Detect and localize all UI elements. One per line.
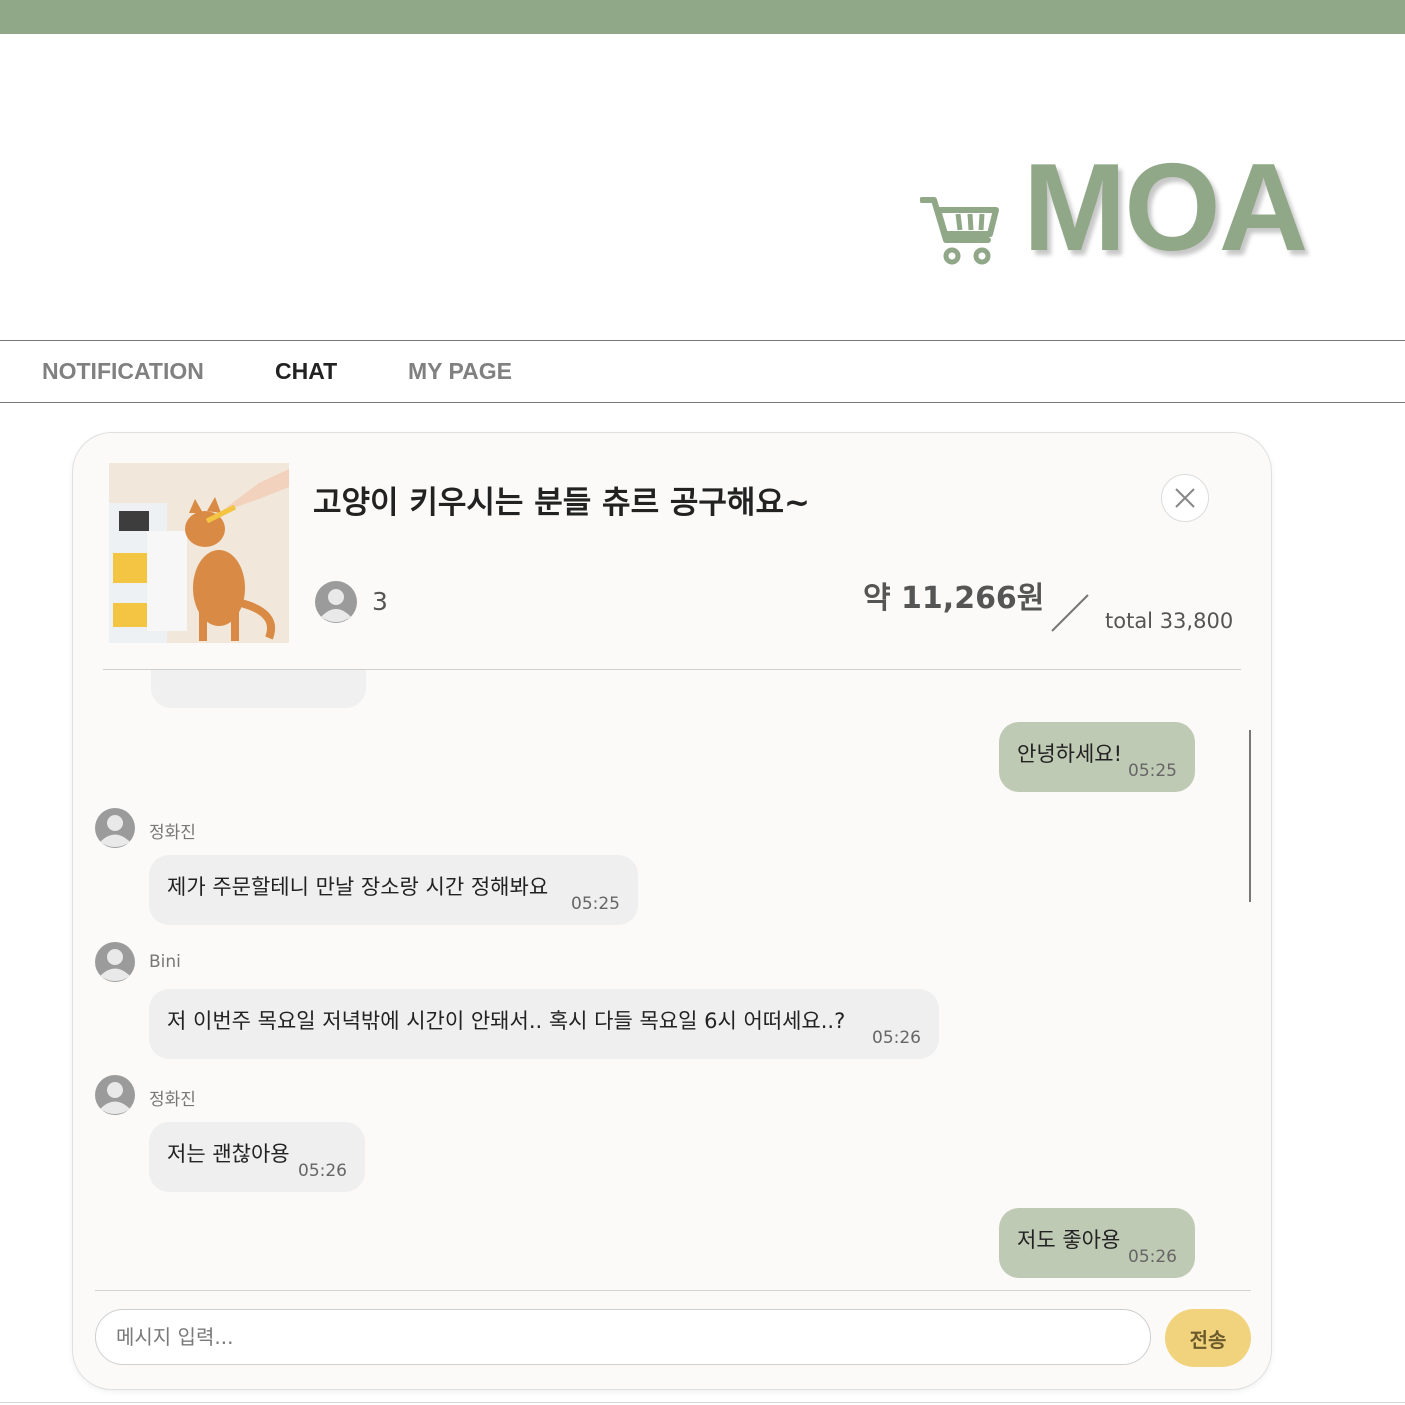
sender-avatar-icon: [95, 808, 135, 848]
price-divider: [1051, 594, 1089, 632]
sender-name: Bini: [149, 952, 181, 972]
message-time: 05:25: [1128, 761, 1177, 781]
nav-my-page[interactable]: MY PAGE: [408, 358, 512, 385]
other-message-bubble: 저 이번주 목요일 저녁밖에 시간이 안돼서.. 혹시 다들 목요일 6시 어떠…: [149, 989, 939, 1059]
message-list[interactable]: 안녕하세요! 05:25 정화진 제가 주문할테니 만날 장소랑 시간 정해봐요…: [73, 670, 1271, 1290]
message-text: 저 이번주 목요일 저녁밖에 시간이 안돼서.. 혹시 다들 목요일 6시 어떠…: [167, 1009, 846, 1033]
message-time: 05:26: [1128, 1247, 1177, 1267]
nav-chat[interactable]: CHAT: [275, 358, 337, 385]
page-bottom-divider: [0, 1402, 1405, 1403]
cart-icon: [920, 197, 999, 265]
scrollbar[interactable]: [1249, 730, 1251, 902]
logo[interactable]: MOA: [920, 146, 1370, 280]
sender-name: 정화진: [149, 823, 196, 843]
close-icon: [1175, 488, 1195, 508]
send-button[interactable]: 전송: [1165, 1309, 1251, 1367]
price-per-person: 약 11,266원: [863, 581, 1045, 616]
message-text: 저도 좋아용: [1017, 1228, 1121, 1252]
member-count: 3: [372, 587, 388, 616]
main-nav: NOTIFICATION CHAT MY PAGE: [0, 340, 1405, 403]
chat-panel: 고양이 키우시는 분들 츄르 공구해요~ 3 약 11,266원 total 3…: [72, 432, 1272, 1390]
room-title: 고양이 키우시는 분들 츄르 공구해요~: [313, 485, 810, 521]
other-message-bubble: 저는 괜찮아용 05:26: [149, 1122, 365, 1192]
my-message-bubble: 안녕하세요! 05:25: [999, 722, 1195, 792]
message-text: 저는 괜찮아용: [167, 1142, 290, 1166]
user-icon: [315, 581, 357, 623]
my-message-bubble: 저도 좋아용 05:26: [999, 1208, 1195, 1278]
message-time: 05:25: [571, 894, 620, 914]
message-text: 제가 주문할테니 만날 장소랑 시간 정해봐요: [167, 875, 549, 899]
composer-divider: [95, 1290, 1251, 1291]
sender-avatar-icon: [95, 1075, 135, 1115]
message-time: 05:26: [872, 1028, 921, 1048]
top-bar: [0, 0, 1405, 34]
message-input[interactable]: [95, 1309, 1151, 1365]
sender-name: 정화진: [149, 1090, 196, 1110]
message-text: 안녕하세요!: [1017, 742, 1123, 766]
total-price: total 33,800: [1105, 609, 1234, 633]
other-message-bubble: 제가 주문할테니 만날 장소랑 시간 정해봐요 05:25: [149, 855, 638, 925]
close-button[interactable]: [1161, 474, 1209, 522]
product-image: [109, 463, 289, 643]
message-time: 05:26: [298, 1161, 347, 1181]
sender-avatar-icon: [95, 942, 135, 982]
nav-notification[interactable]: NOTIFICATION: [42, 358, 204, 385]
logo-text: MOA: [1023, 139, 1308, 277]
partial-message-bubble: [151, 670, 366, 708]
